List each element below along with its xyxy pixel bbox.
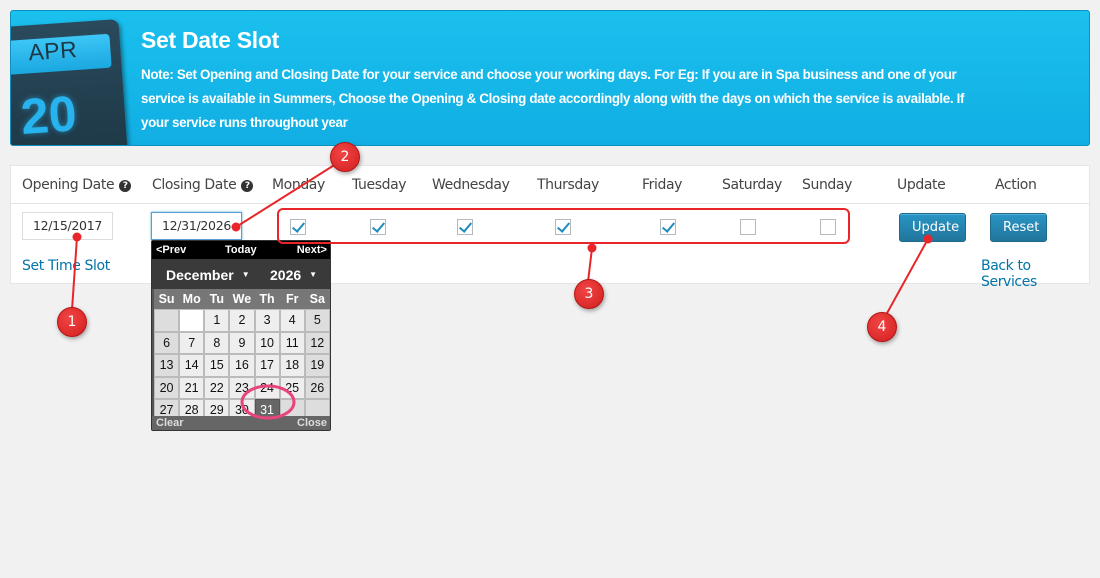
month-select[interactable]: December ▼ <box>166 264 250 286</box>
datepicker-day[interactable]: 6 <box>154 331 180 354</box>
datepicker-day[interactable]: 4 <box>279 309 305 332</box>
weekday-header: Th <box>254 289 280 309</box>
datepicker-day[interactable]: 2 <box>229 309 255 332</box>
datepicker-day[interactable]: 25 <box>279 376 305 399</box>
weekday-header-row: Su Mo Tu We Th Fr Sa <box>154 289 330 309</box>
datepicker-day[interactable]: 13 <box>154 354 180 377</box>
datepicker-day[interactable]: 3 <box>254 309 280 332</box>
annotation-marker-2: 2 <box>330 142 360 172</box>
back-to-services-link[interactable]: Back to Services <box>981 258 1089 290</box>
caret-down-icon: ▼ <box>241 270 250 279</box>
datepicker-footer: Clear Close <box>152 416 330 430</box>
header-monday: Monday <box>272 177 325 193</box>
friday-checkbox[interactable] <box>660 219 676 235</box>
saturday-checkbox[interactable] <box>740 219 756 235</box>
datepicker-day[interactable]: 12 <box>304 331 330 354</box>
header-update: Update <box>897 177 946 193</box>
datepicker-day[interactable]: 7 <box>179 331 205 354</box>
datepicker-day[interactable]: 16 <box>229 354 255 377</box>
datepicker-close-button[interactable]: Close <box>297 417 327 429</box>
datepicker-empty-cell <box>154 309 180 332</box>
datepicker: <Prev Today Next> December ▼ 2026 ▼ Su Mo Tu… <box>151 240 331 431</box>
header-tuesday: Tuesday <box>352 177 407 193</box>
datepicker-day[interactable]: 20 <box>154 376 180 399</box>
datepicker-day[interactable]: 10 <box>254 331 280 354</box>
calendar-icon-month: APR <box>27 36 79 66</box>
datepicker-day[interactable]: 5 <box>304 309 330 332</box>
datepicker-day[interactable]: 9 <box>229 331 255 354</box>
header-wednesday: Wednesday <box>432 177 510 193</box>
calendar-icon: APR 20 <box>11 19 129 146</box>
help-icon[interactable]: ? <box>119 180 132 192</box>
year-select[interactable]: 2026 ▼ <box>270 264 317 286</box>
weekday-header: Fr <box>279 289 305 309</box>
update-button[interactable]: Update <box>899 213 966 242</box>
datepicker-day[interactable]: 8 <box>204 331 230 354</box>
datepicker-day[interactable]: 26 <box>304 376 330 399</box>
header-friday: Friday <box>642 177 683 193</box>
datepicker-grid: Su Mo Tu We Th Fr Sa 1 2 3 4 5 6 7 8 9 10 11 12 13 14 15 16 17… <box>154 289 330 422</box>
weekday-header: We <box>229 289 255 309</box>
header-action: Action <box>995 177 1037 193</box>
page-banner: APR 20 Set Date Slot Note: Set Opening a… <box>10 10 1090 146</box>
weekday-header: Mo <box>179 289 205 309</box>
datepicker-day[interactable]: 23 <box>229 376 255 399</box>
page-note: Note: Set Opening and Closing Date for y… <box>141 67 965 130</box>
set-time-slot-link[interactable]: Set Time Slot <box>22 258 110 274</box>
page-title: Set Date Slot <box>141 27 279 53</box>
datepicker-day[interactable]: 19 <box>304 354 330 377</box>
header-thursday: Thursday <box>537 177 599 193</box>
datepicker-nav: <Prev Today Next> <box>152 241 330 259</box>
calendar-icon-day: 20 <box>18 85 79 146</box>
datepicker-day[interactable]: 1 <box>204 309 230 332</box>
datepicker-week-row: 6 7 8 9 10 11 12 <box>154 331 330 354</box>
datepicker-week-row: 20 21 22 23 24 25 26 <box>154 376 330 399</box>
help-icon[interactable]: ? <box>241 180 254 192</box>
header-saturday: Saturday <box>722 177 782 193</box>
datepicker-prev-button[interactable]: <Prev <box>156 244 186 256</box>
header-sunday: Sunday <box>802 177 852 193</box>
datepicker-day[interactable]: 15 <box>204 354 230 377</box>
sunday-checkbox[interactable] <box>820 219 836 235</box>
datepicker-today-button[interactable]: Today <box>225 244 257 256</box>
thursday-checkbox[interactable] <box>555 219 571 235</box>
datepicker-empty-cell <box>179 309 205 332</box>
datepicker-day[interactable]: 21 <box>179 376 205 399</box>
datepicker-week-row: 12345 <box>154 309 330 332</box>
datepicker-day[interactable]: 11 <box>279 331 305 354</box>
datepicker-title: December ▼ 2026 ▼ <box>152 259 330 289</box>
header-closing-date: Closing Date? <box>152 177 254 193</box>
datepicker-day[interactable]: 18 <box>279 354 305 377</box>
reset-button[interactable]: Reset <box>990 213 1047 242</box>
annotation-marker-1: 1 <box>57 307 87 337</box>
wednesday-checkbox[interactable] <box>457 219 473 235</box>
header-opening-date: Opening Date? <box>22 177 132 193</box>
opening-date-input[interactable]: 12/15/2017 <box>22 212 113 240</box>
closing-date-input[interactable]: 12/31/2026 <box>151 212 242 240</box>
caret-down-icon: ▼ <box>309 270 318 279</box>
weekday-header: Su <box>154 289 180 309</box>
annotation-marker-3: 3 <box>574 279 604 309</box>
datepicker-clear-button[interactable]: Clear <box>156 417 184 429</box>
monday-checkbox[interactable] <box>290 219 306 235</box>
tuesday-checkbox[interactable] <box>370 219 386 235</box>
weekday-header: Tu <box>204 289 230 309</box>
datepicker-day[interactable]: 17 <box>254 354 280 377</box>
datepicker-day[interactable]: 22 <box>204 376 230 399</box>
datepicker-next-button[interactable]: Next> <box>297 244 327 256</box>
datepicker-day[interactable]: 14 <box>179 354 205 377</box>
table-header: Opening Date? Closing Date? Monday Tuesd… <box>11 166 1089 204</box>
weekday-header: Sa <box>304 289 330 309</box>
datepicker-day[interactable]: 24 <box>254 376 280 399</box>
annotation-marker-4: 4 <box>867 312 897 342</box>
datepicker-week-row: 13 14 15 16 17 18 19 <box>154 354 330 377</box>
